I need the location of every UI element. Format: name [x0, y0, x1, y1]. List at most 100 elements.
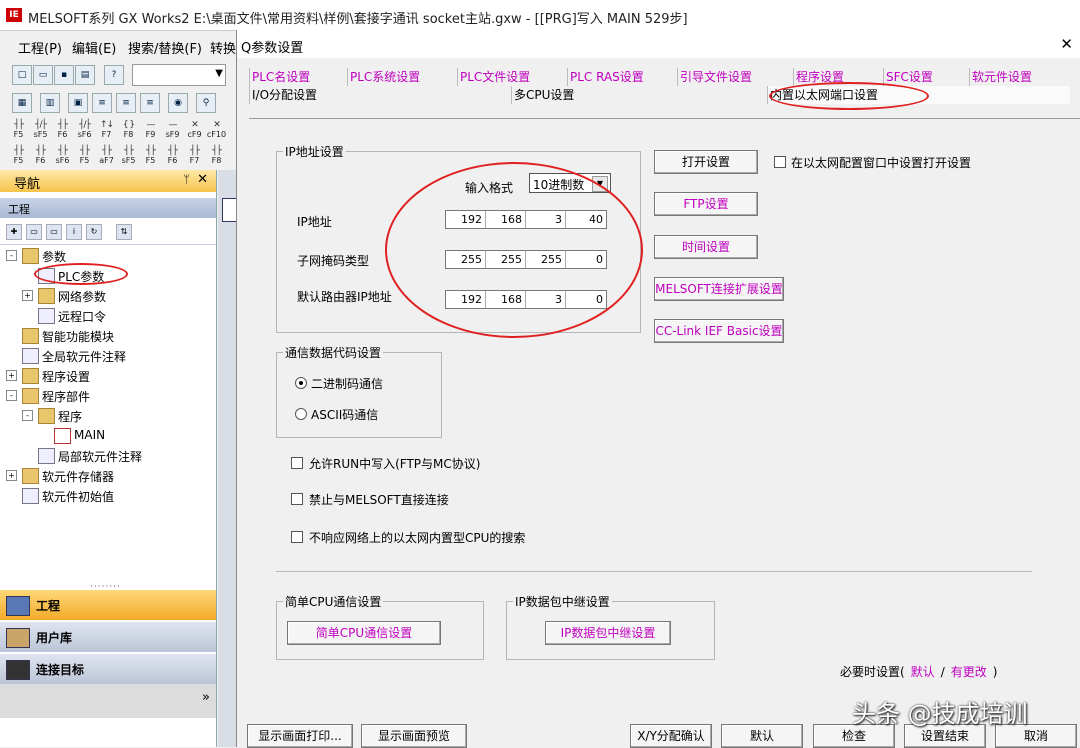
ladder-key-button[interactable]: ✕ cF10: [206, 120, 227, 140]
ladder-key-button[interactable]: ✕ cF9: [184, 120, 205, 140]
new-file-icon[interactable]: □: [12, 65, 32, 85]
more-chevron-icon[interactable]: »: [202, 690, 210, 705]
prohibit-melsoft-checkbox[interactable]: [291, 493, 303, 505]
property-icon[interactable]: i: [66, 224, 82, 240]
find-icon[interactable]: ⚲: [196, 93, 216, 113]
dev-read-icon[interactable]: ≡: [92, 93, 112, 113]
ftp-settings-button[interactable]: FTP设置: [654, 192, 758, 216]
tab-sfc[interactable]: SFC设置: [883, 68, 966, 86]
tree-item[interactable]: + 网络参数: [0, 286, 216, 306]
tree-item[interactable]: - 程序: [0, 406, 216, 426]
expand-icon[interactable]: +: [22, 290, 33, 301]
xy-assignment-button[interactable]: X/Y分配确认: [630, 724, 712, 748]
ladder-key-button[interactable]: ┤├ F8: [206, 146, 227, 166]
toolbar-combo[interactable]: ▼: [132, 64, 226, 86]
binary-radio[interactable]: [295, 377, 307, 389]
ladder-key-button[interactable]: — F9: [140, 120, 161, 140]
expand-icon[interactable]: +: [6, 470, 17, 481]
nav-tab-library[interactable]: 用户库: [0, 622, 216, 652]
collapse-icon[interactable]: -: [22, 410, 33, 421]
melsoft-extension-button[interactable]: MELSOFT连接扩展设置: [654, 277, 784, 301]
ladder-key-button[interactable]: ┤/├ sF5: [30, 120, 51, 140]
tab-plc-ras[interactable]: PLC RAS设置: [567, 68, 675, 86]
tree-item[interactable]: - 参数: [0, 246, 216, 266]
monitor-icon[interactable]: ▣: [68, 93, 88, 113]
dialog-close-icon[interactable]: ✕: [1060, 35, 1073, 53]
pin-icon[interactable]: ᛘ: [183, 173, 190, 186]
menu-project[interactable]: 工程(P): [18, 38, 62, 57]
ladder-key-button[interactable]: ┤├ F5: [74, 146, 95, 166]
ladder-key-button[interactable]: ┤├ F6: [30, 146, 51, 166]
ladder-symbol-icon: ┤├: [146, 146, 156, 156]
default-button[interactable]: 默认: [721, 724, 803, 748]
print-icon[interactable]: ▤: [75, 65, 95, 85]
allow-run-write-checkbox[interactable]: [291, 457, 303, 469]
ascii-radio[interactable]: [295, 408, 307, 420]
nav-tab-connection[interactable]: 连接目标: [0, 654, 216, 684]
tree-item[interactable]: + 程序设置: [0, 366, 216, 386]
print-screen-button[interactable]: 显示画面打印...: [247, 724, 353, 748]
copy-icon[interactable]: ▭: [26, 224, 42, 240]
nav-tab-project[interactable]: 工程: [0, 590, 216, 620]
ladder-key-button[interactable]: ┤├ aF7: [96, 146, 117, 166]
close-icon[interactable]: ✕: [197, 172, 208, 187]
dev-write-icon[interactable]: ≡: [116, 93, 136, 113]
collapse-icon[interactable]: -: [6, 390, 17, 401]
ladder-key-button[interactable]: ┤├ sF6: [52, 146, 73, 166]
tree-item[interactable]: 远程口令: [0, 306, 216, 326]
device-icon[interactable]: ▥: [40, 93, 60, 113]
tree-item[interactable]: 软元件初始值: [0, 486, 216, 506]
cclink-ief-basic-button[interactable]: CC-Link IEF Basic设置: [654, 319, 784, 343]
tree-item[interactable]: 智能功能模块: [0, 326, 216, 346]
ladder-key-button[interactable]: ┤├ F5: [140, 146, 161, 166]
open-in-window-checkbox[interactable]: [774, 156, 786, 168]
ladder-key-button[interactable]: ┤├ F7: [184, 146, 205, 166]
tab-boot-file[interactable]: 引导文件设置: [677, 68, 790, 86]
watch-icon[interactable]: ◉: [168, 93, 188, 113]
paste-icon[interactable]: ▭: [46, 224, 62, 240]
collapse-icon[interactable]: -: [6, 250, 17, 261]
tab-device[interactable]: 软元件设置: [969, 68, 1062, 86]
sort-icon[interactable]: ⇅: [116, 224, 132, 240]
expand-icon[interactable]: +: [6, 370, 17, 381]
tree-item[interactable]: 全局软元件注释: [0, 346, 216, 366]
refresh-icon[interactable]: ↻: [86, 224, 102, 240]
tab-plc-system[interactable]: PLC系统设置: [347, 68, 455, 86]
ladder-key-label: cF10: [206, 130, 227, 139]
ladder-symbol-icon: ✕: [191, 120, 199, 130]
ladder-symbol-icon: ┤├: [14, 146, 24, 156]
no-search-response-checkbox[interactable]: [291, 531, 303, 543]
tab-multi-cpu[interactable]: 多CPU设置: [511, 86, 768, 104]
open-folder-icon[interactable]: ▭: [33, 65, 53, 85]
ladder-key-button[interactable]: — sF9: [162, 120, 183, 140]
ladder-key-button[interactable]: ┤├ F5: [8, 146, 29, 166]
tree-item[interactable]: - 程序部件: [0, 386, 216, 406]
simple-cpu-button[interactable]: 简单CPU通信设置: [287, 621, 441, 645]
menu-edit[interactable]: 编辑(E): [72, 38, 116, 57]
ladder-key-button[interactable]: { } F8: [118, 120, 139, 140]
tree-item[interactable]: 局部软元件注释: [0, 446, 216, 466]
menu-search[interactable]: 搜索/替换(F): [128, 38, 202, 57]
ladder-key-button[interactable]: ┤├ sF5: [118, 146, 139, 166]
ip-relay-button[interactable]: IP数据包中继设置: [545, 621, 671, 645]
tree-item[interactable]: + 软元件存储器: [0, 466, 216, 486]
preview-screen-button[interactable]: 显示画面预览: [361, 724, 467, 748]
tab-io-assignment[interactable]: I/O分配设置: [249, 86, 510, 104]
menu-convert[interactable]: 转换: [210, 38, 236, 57]
help-icon[interactable]: ?: [104, 65, 124, 85]
dev-verify-icon[interactable]: ≡: [140, 93, 160, 113]
tree-item[interactable]: MAIN: [0, 426, 216, 446]
ladder-key-button[interactable]: ┤/├ sF6: [74, 120, 95, 140]
ladder-symbol-icon: ┤├: [80, 146, 90, 156]
ladder-mode-icon[interactable]: ▦: [12, 93, 32, 113]
ladder-key-button[interactable]: ┤├ F5: [8, 120, 29, 140]
tab-plc-name[interactable]: PLC名设置: [249, 68, 345, 86]
save-icon[interactable]: ▪: [54, 65, 74, 85]
ladder-key-button[interactable]: ↑↓ F7: [96, 120, 117, 140]
ladder-key-button[interactable]: ┤├ F6: [52, 120, 73, 140]
new-item-icon[interactable]: ✚: [6, 224, 22, 240]
tab-plc-file[interactable]: PLC文件设置: [457, 68, 565, 86]
time-settings-button[interactable]: 时间设置: [654, 235, 758, 259]
ladder-key-button[interactable]: ┤├ F6: [162, 146, 183, 166]
open-settings-button[interactable]: 打开设置: [654, 150, 758, 174]
